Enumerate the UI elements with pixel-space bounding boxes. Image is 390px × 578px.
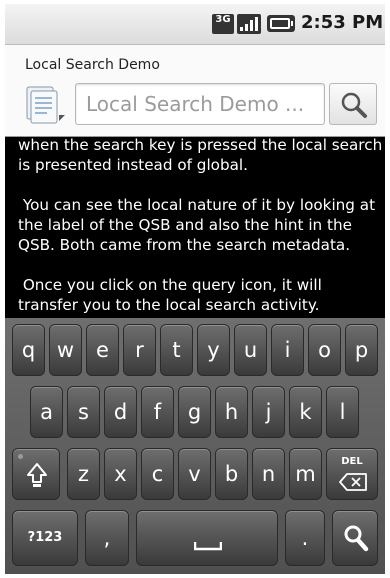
key-q[interactable]: q [12,324,45,376]
space-bar-icon [194,542,222,551]
key-w[interactable]: w [49,324,82,376]
key-m[interactable]: m [289,448,322,500]
magnifier-icon [341,92,367,118]
key-t[interactable]: t [160,324,193,376]
key-y[interactable]: y [197,324,230,376]
key-n[interactable]: n [252,448,285,500]
key-x[interactable]: x [104,448,137,500]
demo-description: when the search key is pressed the local… [18,135,384,335]
key-u[interactable]: u [234,324,267,376]
search-button[interactable] [329,83,377,125]
key-j[interactable]: j [252,386,285,438]
key-f[interactable]: f [141,386,174,438]
delete-key[interactable]: DEL [326,448,378,500]
description-paragraph-1: when the search key is pressed the local… [18,136,383,174]
search-key[interactable] [332,510,378,566]
key-d[interactable]: d [104,386,137,438]
comma-key[interactable]: , [85,510,129,566]
app-source-icon[interactable] [19,81,69,129]
key-h[interactable]: h [215,386,248,438]
soft-keyboard: q w e r t y u i o p a s d f g h j k l z … [5,318,385,574]
search-input[interactable] [75,83,325,125]
magnifier-icon [344,525,369,552]
key-p[interactable]: p [345,324,378,376]
status-bar: 3G 2:53 PM [5,4,385,45]
key-b[interactable]: b [215,448,248,500]
shift-indicator-dot [18,454,23,459]
period-key[interactable]: . [285,510,325,566]
key-a[interactable]: a [30,386,63,438]
signal-bars-icon [237,14,261,34]
backspace-icon [339,473,367,491]
key-r[interactable]: r [123,324,156,376]
key-k[interactable]: k [289,386,322,438]
key-e[interactable]: e [86,324,119,376]
key-o[interactable]: o [308,324,341,376]
battery-icon [267,15,295,32]
network-3g-icon: 3G [212,14,234,34]
space-key[interactable] [136,510,278,566]
search-panel: Local Search Demo [5,45,385,137]
key-s[interactable]: s [67,386,100,438]
key-v[interactable]: v [178,448,211,500]
shift-key[interactable] [12,448,60,500]
key-z[interactable]: z [67,448,100,500]
key-i[interactable]: i [271,324,304,376]
search-label: Local Search Demo [25,57,160,73]
phone-screen: 3G 2:53 PM Local Search Demo Local Searc… [5,4,385,574]
key-g[interactable]: g [178,386,211,438]
status-clock: 2:53 PM [301,12,384,33]
symbols-key[interactable]: ?123 [12,510,78,566]
shift-arrow-icon [27,463,47,487]
key-c[interactable]: c [141,448,174,500]
network-label: 3G [215,14,231,25]
description-paragraph-2: You can see the local nature of it by lo… [18,196,380,254]
description-paragraph-3: Once you click on the query icon, it wil… [18,276,327,314]
key-l[interactable]: l [326,386,359,438]
